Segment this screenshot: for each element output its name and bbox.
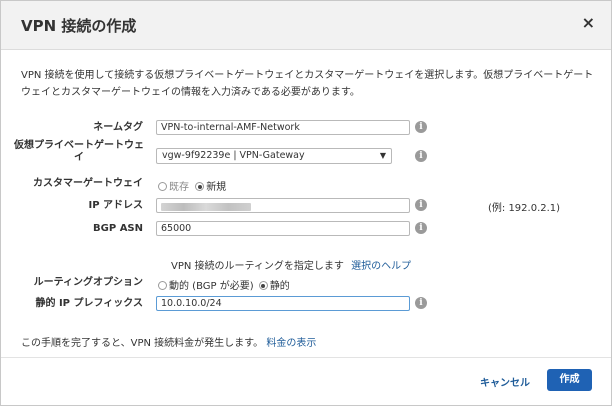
pricing-note: この手順を完了すると、VPN 接続料金が発生します。 料金の表示 <box>21 334 316 349</box>
ip-address-label: IP アドレス <box>88 200 143 211</box>
ip-address-info-icon[interactable]: i <box>415 199 427 211</box>
customer-gateway-existing-radio[interactable] <box>158 182 167 191</box>
dialog-header: VPN 接続の作成 × <box>1 1 611 50</box>
ip-address-example: (例: 192.0.2.1) <box>488 203 561 214</box>
routing-dynamic-radio[interactable] <box>158 281 167 290</box>
static-prefix-input[interactable] <box>156 296 410 311</box>
static-prefix-info-icon[interactable]: i <box>415 297 427 309</box>
vpg-select-value: vgw-9f92239e | VPN-Gateway <box>162 150 305 161</box>
customer-gateway-radio-group: 既存 新規 <box>158 178 226 193</box>
routing-option-label: ルーティングオプション <box>33 277 143 288</box>
bgp-asn-input[interactable] <box>156 221 410 236</box>
vpg-info-icon[interactable]: i <box>415 150 427 162</box>
vpg-select[interactable]: vgw-9f92239e | VPN-Gateway ▼ <box>156 148 392 164</box>
caret-down-icon: ▼ <box>379 151 386 160</box>
routing-help-link[interactable]: 選択のヘルプ <box>351 261 411 272</box>
routing-option-radio-group: 動的 (BGP が必要) 静的 <box>158 277 290 292</box>
customer-gateway-existing-label: 既存 <box>169 182 189 193</box>
dialog-title: VPN 接続の作成 <box>21 17 137 35</box>
bgp-asn-info-icon[interactable]: i <box>415 222 427 234</box>
routing-static-label: 静的 <box>269 281 290 292</box>
customer-gateway-new-radio[interactable] <box>195 182 205 191</box>
create-button[interactable]: 作成 <box>547 369 592 391</box>
routing-dynamic-label: 動的 (BGP が必要) <box>169 281 254 292</box>
dialog-description: VPN 接続を使用して接続する仮想プライベートゲートウェイとカスタマーゲートウェ… <box>21 70 594 98</box>
name-tag-info-icon[interactable]: i <box>415 121 427 133</box>
pricing-note-text: この手順を完了すると、VPN 接続料金が発生します。 <box>21 338 264 349</box>
cancel-button[interactable]: キャンセル <box>480 374 530 389</box>
routing-prompt: VPN 接続のルーティングを指定します 選択のヘルプ <box>171 257 411 272</box>
redacted-ip-value <box>161 202 251 211</box>
close-icon[interactable]: × <box>582 15 595 31</box>
pricing-link[interactable]: 料金の表示 <box>266 338 316 349</box>
ip-address-input[interactable] <box>156 198 410 213</box>
name-tag-label: ネームタグ <box>93 122 143 133</box>
vpg-label: 仮想プライベートゲートウェイ <box>14 140 144 163</box>
customer-gateway-new-label: 新規 <box>206 182 227 193</box>
customer-gateway-label: カスタマーゲートウェイ <box>33 178 143 189</box>
bgp-asn-label: BGP ASN <box>93 223 143 234</box>
routing-prompt-text: VPN 接続のルーティングを指定します <box>171 261 344 272</box>
static-prefix-label: 静的 IP プレフィックス <box>35 298 143 309</box>
create-vpn-connection-dialog: VPN 接続の作成 × VPN 接続を使用して接続する仮想プライベートゲートウェ… <box>0 0 612 406</box>
routing-static-radio[interactable] <box>258 281 268 290</box>
name-tag-input[interactable] <box>156 120 410 135</box>
footer-divider <box>1 357 611 358</box>
